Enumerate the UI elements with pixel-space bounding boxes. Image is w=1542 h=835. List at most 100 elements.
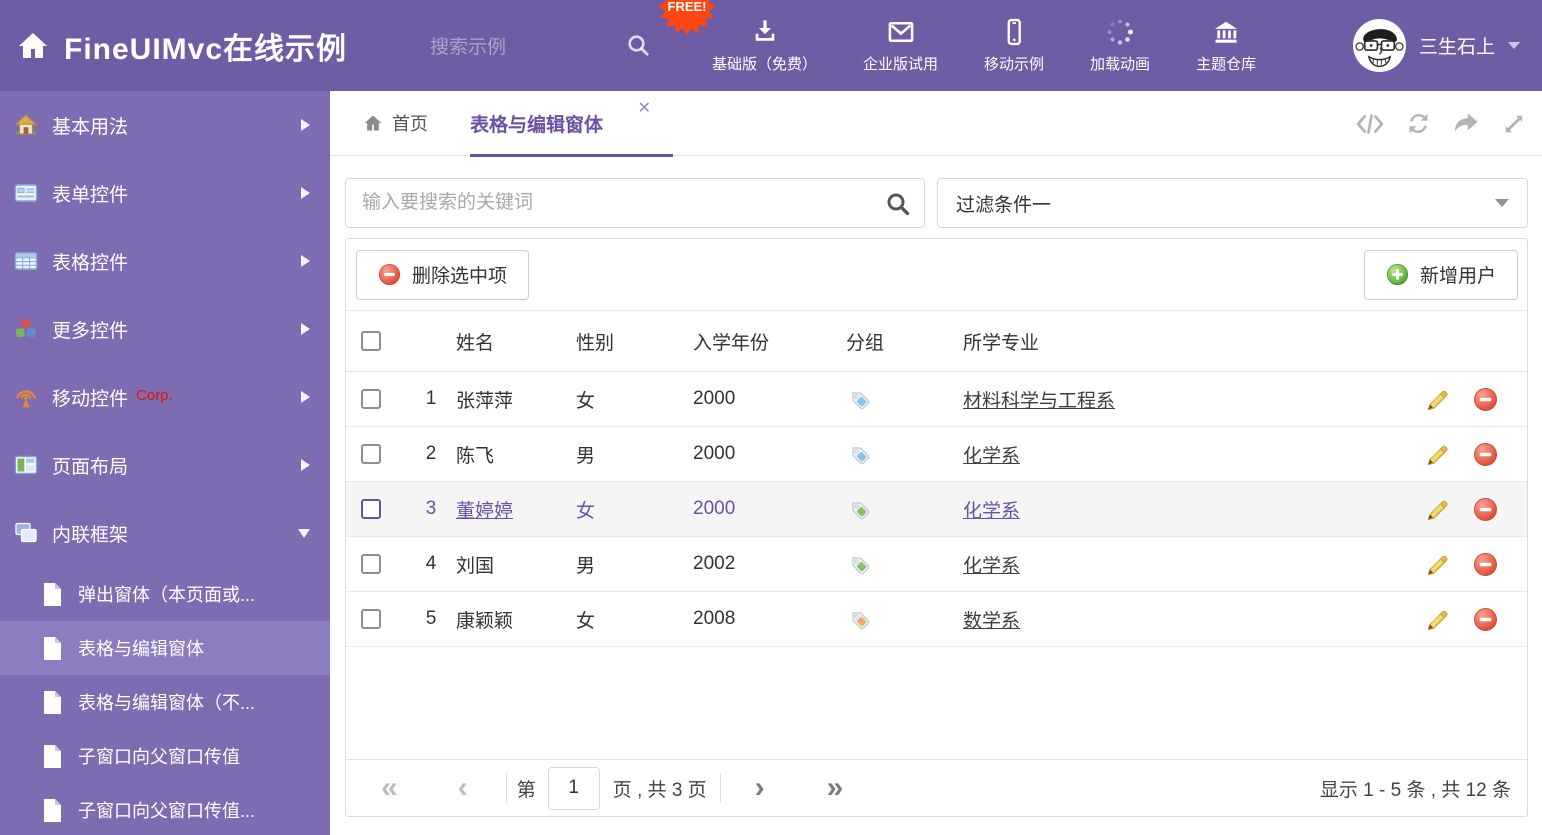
table-row[interactable]: 2 陈飞 男 2000 化学系	[346, 427, 1527, 482]
sidebar-item-label: 页面布局	[52, 456, 129, 478]
sidebar-item-grid-controls[interactable]: 表格控件	[0, 227, 330, 295]
nav-label: 加载动画	[1090, 55, 1151, 73]
row-checkbox[interactable]	[361, 499, 381, 519]
row-gender: 男	[576, 445, 596, 467]
sidebar-subitem[interactable]: 表格与编辑窗体（不...	[0, 675, 330, 729]
row-index: 2	[425, 443, 437, 464]
bank-icon	[1212, 18, 1240, 46]
major-link[interactable]: 数学系	[963, 611, 1020, 632]
sidebar-item-label: 表单控件	[52, 184, 129, 206]
chevron-right-icon	[301, 459, 310, 471]
sidebar-item-label: 内联框架	[52, 524, 129, 546]
antenna-icon	[13, 384, 39, 410]
pager-next-icon[interactable]: ›	[755, 773, 765, 803]
nav-label: 主题仓库	[1196, 55, 1257, 73]
delete-row-icon[interactable]	[1473, 497, 1498, 522]
source-code-icon[interactable]	[1356, 110, 1384, 138]
tab-active[interactable]: 表格与编辑窗体 ✕	[470, 91, 673, 157]
filter-dropdown[interactable]: 过滤条件一	[937, 178, 1528, 228]
home-tab-icon	[363, 113, 383, 133]
edit-pencil-icon[interactable]	[1424, 442, 1449, 467]
cubes-icon	[13, 316, 39, 342]
sidebar-item-label: 移动控件 Corp.	[52, 386, 173, 410]
file-icon	[42, 582, 63, 607]
major-link[interactable]: 化学系	[963, 446, 1020, 467]
nav-item-basic-edition[interactable]: FREE! 基础版（免费）	[658, 0, 817, 74]
nav-item-enterprise-trial[interactable]: 企业版试用	[863, 18, 938, 74]
tab-active-label: 表格与编辑窗体	[470, 114, 604, 136]
search-icon[interactable]	[626, 33, 651, 58]
pager-last-icon[interactable]: »	[827, 773, 844, 803]
tab-home-label: 首页	[392, 114, 428, 134]
row-checkbox[interactable]	[361, 444, 381, 464]
grid-panel: 删除选中项 新增用户 姓名 性别 入学年份 分组 所学专业 1 张萍萍 女 20…	[345, 238, 1528, 817]
edit-pencil-icon[interactable]	[1424, 552, 1449, 577]
app-title: FineUIMvc在线示例	[64, 32, 348, 66]
sidebar-item-page-layout[interactable]: 页面布局	[0, 431, 330, 499]
nav-item-loading-animation[interactable]: 加载动画	[1090, 18, 1150, 74]
delete-row-icon[interactable]	[1473, 387, 1498, 412]
sidebar-subitem[interactable]: 子窗口向父窗口传值	[0, 729, 330, 783]
expand-icon[interactable]	[1500, 110, 1528, 138]
delete-row-icon[interactable]	[1473, 442, 1498, 467]
edit-pencil-icon[interactable]	[1424, 497, 1449, 522]
row-gender: 女	[576, 500, 596, 522]
sidebar-item-more-controls[interactable]: 更多控件	[0, 295, 330, 363]
row-year: 2000	[693, 443, 736, 464]
table-row[interactable]: 5 康颖颖 女 2008 数学系	[346, 592, 1527, 647]
sidebar-subitem[interactable]: 表格与编辑窗体	[0, 621, 330, 675]
nav-item-mobile-demo[interactable]: 移动示例	[984, 18, 1044, 74]
header-search[interactable]: 搜索示例	[430, 0, 651, 91]
sidebar-item-basic-usage[interactable]: 基本用法	[0, 91, 330, 159]
username: 三生石上	[1418, 37, 1495, 58]
remove-circle-icon	[378, 263, 401, 286]
nav-label: 移动示例	[984, 55, 1045, 73]
tab-close-icon[interactable]: ✕	[638, 100, 651, 117]
pager-prev-icon[interactable]: ‹	[458, 773, 468, 803]
tag-icon	[848, 608, 963, 631]
mobile-icon	[1000, 18, 1028, 46]
edit-pencil-icon[interactable]	[1424, 387, 1449, 412]
tab-home[interactable]: 首页	[363, 110, 428, 136]
tag-icon	[848, 388, 963, 411]
table-row[interactable]: 4 刘国 男 2002 化学系	[346, 537, 1527, 592]
pager-summary: 显示 1 - 5 条 , 共 12 条	[1319, 779, 1511, 801]
share-icon[interactable]	[1452, 110, 1480, 138]
user-menu[interactable]: 三生石上	[1352, 0, 1520, 91]
sidebar-subitem[interactable]: 子窗口向父窗口传值...	[0, 783, 330, 835]
refresh-icon[interactable]	[1404, 110, 1432, 138]
header-search-placeholder: 搜索示例	[430, 37, 507, 58]
sidebar-item-label: 表格控件	[52, 252, 129, 274]
tag-icon	[848, 443, 963, 466]
row-name: 康颖颖	[456, 610, 514, 632]
sidebar-subitem[interactable]: 弹出窗体（本页面或...	[0, 567, 330, 621]
major-link[interactable]: 化学系	[963, 556, 1020, 577]
table-row[interactable]: 1 张萍萍 女 2000 材料科学与工程系	[346, 372, 1527, 427]
delete-selected-button[interactable]: 删除选中项	[356, 249, 530, 300]
major-link[interactable]: 化学系	[963, 501, 1020, 522]
search-icon[interactable]	[885, 191, 911, 217]
table-row[interactable]: 3 董婷婷 女 2000 化学系	[346, 482, 1527, 537]
app-logo[interactable]: FineUIMvc在线示例	[16, 0, 347, 91]
sidebar-item-form-controls[interactable]: 表单控件	[0, 159, 330, 227]
edit-pencil-icon[interactable]	[1424, 607, 1449, 632]
pagination-bar: « ‹ 第 页 , 共 3 页 › » 显示 1 - 5 条 , 共 12 条	[346, 759, 1527, 816]
row-year: 2008	[693, 608, 736, 629]
row-group	[846, 388, 963, 411]
add-user-button[interactable]: 新增用户	[1363, 249, 1518, 300]
nav-item-theme-store[interactable]: 主题仓库	[1196, 18, 1256, 74]
row-checkbox[interactable]	[361, 609, 381, 629]
delete-row-icon[interactable]	[1473, 552, 1498, 577]
major-link[interactable]: 材料科学与工程系	[963, 391, 1115, 412]
keyword-search-input[interactable]	[346, 179, 924, 227]
sidebar-item-inline-frame[interactable]: 内联框架	[0, 499, 330, 567]
app-header: FineUIMvc在线示例 搜索示例 FREE! 基础版（免费） 企业版试用 移…	[0, 0, 1542, 91]
row-checkbox[interactable]	[361, 554, 381, 574]
row-checkbox[interactable]	[361, 389, 381, 409]
pager-first-icon[interactable]: «	[381, 773, 398, 803]
sidebar-item-mobile-controls[interactable]: 移动控件 Corp.	[0, 363, 330, 431]
select-all-checkbox[interactable]	[361, 331, 381, 351]
delete-row-icon[interactable]	[1473, 607, 1498, 632]
page-number-input[interactable]	[547, 766, 600, 810]
home-logo-icon	[16, 29, 50, 63]
